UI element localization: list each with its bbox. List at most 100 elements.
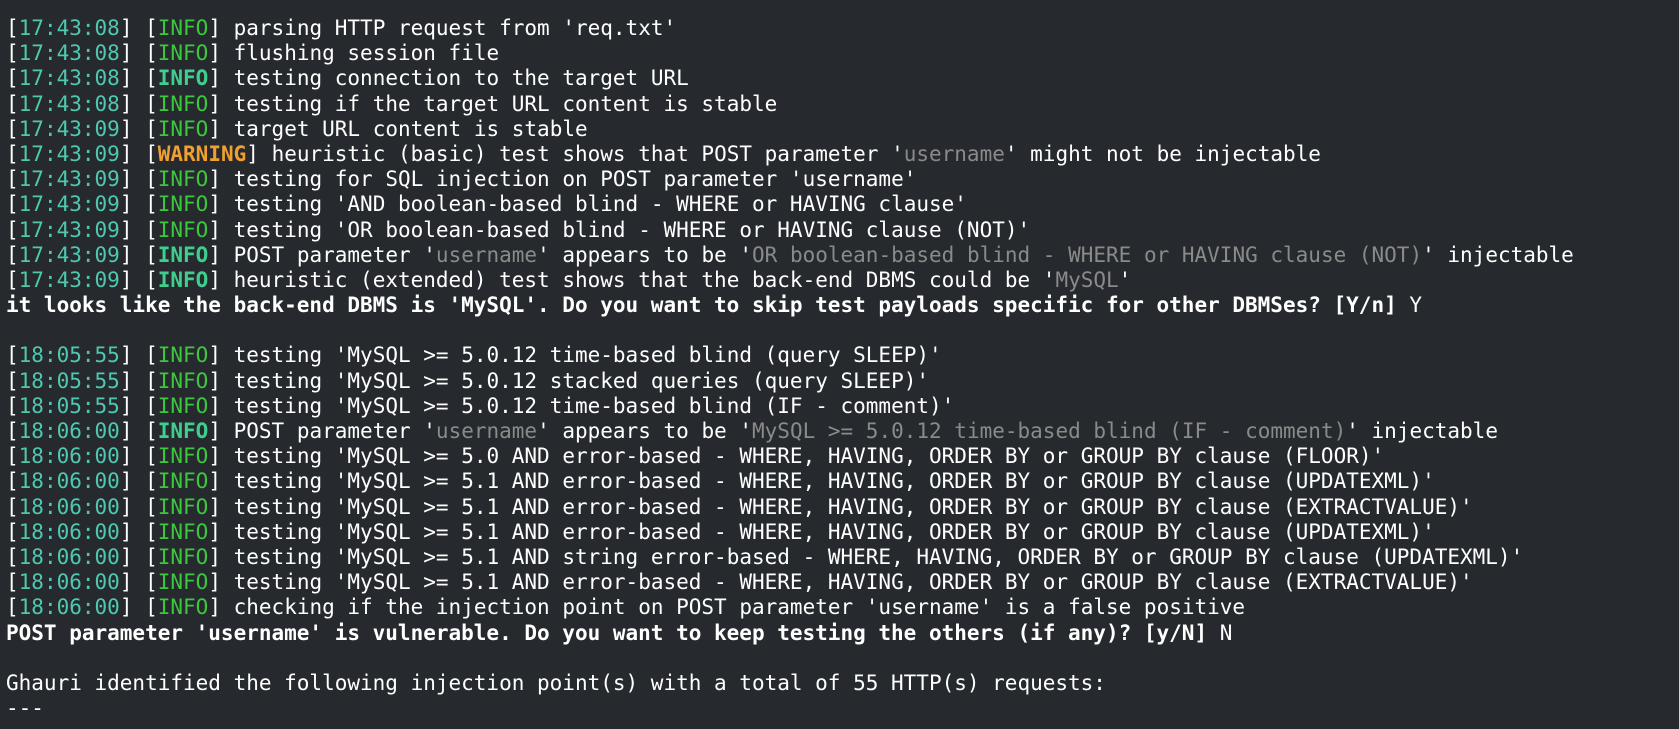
log-timestamp: 17:43:08 [18, 16, 120, 40]
bracket-close: ] [208, 16, 234, 40]
log-line: [18:06:00] [INFO] POST parameter 'userna… [6, 419, 1679, 444]
bracket-close: ] [208, 469, 234, 494]
log-timestamp: 17:43:08 [18, 66, 120, 91]
bracket-separator: ] [ [119, 469, 158, 494]
log-highlight: username [435, 419, 538, 443]
bracket-open: [ [6, 393, 19, 418]
bracket-close: ] [208, 519, 234, 544]
bracket-separator: ] [ [119, 16, 158, 40]
bracket-separator: ] [ [119, 66, 158, 91]
log-timestamp: 18:05:55 [18, 393, 120, 418]
log-level: INFO [157, 419, 209, 443]
log-message: POST parameter ' [233, 242, 436, 267]
log-message: testing 'MySQL >= 5.1 AND string error-b… [233, 544, 1524, 569]
log-line: [17:43:09] [INFO] heuristic (extended) t… [6, 268, 1679, 293]
log-level: INFO [157, 267, 209, 292]
log-line: [18:06:00] [INFO] testing 'MySQL >= 5.1 … [6, 469, 1679, 494]
log-timestamp: 18:06:00 [18, 519, 120, 544]
bracket-separator: ] [ [119, 91, 158, 116]
log-line: [17:43:08] [INFO] flushing session file [6, 41, 1679, 66]
log-message: testing 'MySQL >= 5.0 AND error-based - … [233, 444, 1385, 469]
bracket-separator: ] [ [119, 570, 158, 595]
bracket-open: [ [6, 41, 19, 66]
log-line: [18:06:00] [INFO] testing 'MySQL >= 5.1 … [6, 520, 1679, 545]
log-highlight: OR boolean-based blind - WHERE or HAVING… [752, 242, 1423, 267]
bracket-open: [ [6, 192, 19, 217]
log-message: testing 'MySQL >= 5.1 AND error-based - … [233, 519, 1435, 544]
bracket-separator: ] [ [119, 217, 158, 242]
log-line: [17:43:08] [INFO] testing if the target … [6, 92, 1679, 117]
log-timestamp: 18:06:00 [18, 444, 120, 469]
log-timestamp: 17:43:09 [18, 192, 120, 217]
log-timestamp: 18:06:00 [18, 419, 120, 443]
bracket-separator: ] [ [119, 192, 158, 217]
log-message: testing 'MySQL >= 5.0.12 time-based blin… [233, 393, 955, 418]
log-message: testing connection to the target URL [233, 66, 689, 91]
log-level: INFO [157, 167, 209, 192]
log-level: INFO [157, 343, 209, 368]
terminal-output[interactable]: [17:43:08] [INFO] parsing HTTP request f… [0, 0, 1679, 729]
bracket-separator: ] [ [119, 267, 158, 292]
log-highlight: MySQL [1055, 267, 1119, 292]
log-level: INFO [157, 393, 209, 418]
log-line: [17:43:09] [INFO] POST parameter 'userna… [6, 243, 1679, 268]
bracket-close: ] [208, 192, 234, 217]
bracket-close: ] [208, 41, 234, 66]
prompt-line: POST parameter 'username' is vulnerable.… [6, 621, 1679, 646]
log-level: INFO [157, 192, 209, 217]
bracket-separator: ] [ [119, 544, 158, 569]
bracket-separator: ] [ [119, 141, 158, 166]
log-line: [17:43:09] [INFO] testing 'AND boolean-b… [6, 192, 1679, 217]
bracket-separator: ] [ [119, 595, 158, 620]
output-line: Ghauri identified the following injectio… [6, 671, 1679, 696]
log-line: [17:43:09] [INFO] target URL content is … [6, 117, 1679, 142]
bracket-separator: ] [ [119, 444, 158, 469]
log-message: heuristic (basic) test shows that POST p… [271, 141, 904, 166]
bracket-open: [ [6, 66, 19, 91]
log-line: [17:43:09] [INFO] testing for SQL inject… [6, 167, 1679, 192]
log-line: [18:05:55] [INFO] testing 'MySQL >= 5.0.… [6, 343, 1679, 368]
bracket-open: [ [6, 217, 19, 242]
log-line: [18:06:00] [INFO] checking if the inject… [6, 595, 1679, 620]
log-message: testing 'MySQL >= 5.0.12 stacked queries… [233, 368, 929, 393]
log-message: ' injectable [1422, 242, 1574, 267]
log-message: POST parameter ' [233, 419, 436, 443]
log-level: INFO [157, 494, 209, 519]
log-level: INFO [157, 570, 209, 595]
prompt-answer: Y [1396, 293, 1423, 318]
log-timestamp: 17:43:09 [18, 167, 120, 192]
bracket-open: [ [6, 368, 19, 393]
bracket-close: ] [208, 570, 234, 595]
bracket-close: ] [208, 595, 234, 620]
log-message: ' [1118, 267, 1132, 292]
log-line: [18:06:00] [INFO] testing 'MySQL >= 5.0 … [6, 444, 1679, 469]
log-line: [18:05:55] [INFO] testing 'MySQL >= 5.0.… [6, 369, 1679, 394]
bracket-separator: ] [ [119, 393, 158, 418]
log-level: INFO [157, 217, 209, 242]
bracket-close: ] [208, 66, 234, 91]
log-level: INFO [157, 519, 209, 544]
bracket-open: [ [6, 16, 19, 40]
log-level: INFO [157, 368, 209, 393]
log-timestamp: 18:06:00 [18, 570, 120, 595]
log-level: INFO [157, 544, 209, 569]
log-message: ' appears to be ' [537, 242, 753, 267]
log-message: testing 'MySQL >= 5.1 AND error-based - … [233, 494, 1473, 519]
bracket-separator: ] [ [119, 343, 158, 368]
output-text: --- [6, 696, 44, 721]
log-timestamp: 17:43:09 [18, 267, 120, 292]
log-timestamp: 17:43:09 [18, 141, 120, 166]
log-level: WARNING [157, 141, 247, 166]
log-level: INFO [157, 242, 209, 267]
log-message: parsing HTTP request from 'req.txt' [233, 16, 677, 40]
log-timestamp: 18:05:55 [18, 343, 120, 368]
log-message: ' might not be injectable [1004, 141, 1321, 166]
bracket-open: [ [6, 570, 19, 595]
output-line: --- [6, 696, 1679, 721]
log-timestamp: 17:43:08 [18, 41, 120, 66]
log-level: INFO [157, 116, 209, 141]
bracket-open: [ [6, 595, 19, 620]
log-timestamp: 17:43:09 [18, 242, 120, 267]
